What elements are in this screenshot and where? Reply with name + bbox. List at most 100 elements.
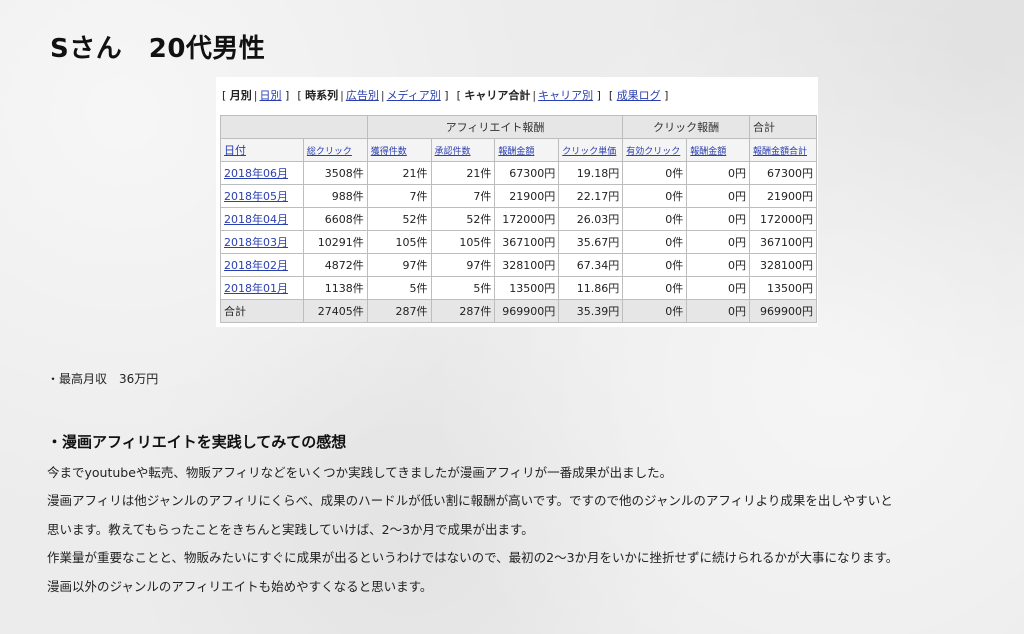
- table-cell: 0件: [622, 276, 688, 300]
- month-link[interactable]: 2018年06月: [224, 167, 288, 180]
- paragraph: 漫画アフィリは他ジャンルのアフィリにくらべ、成果のハードルが低い割に報酬が高いで…: [47, 493, 893, 509]
- table-cell: 988件: [302, 184, 368, 208]
- column-header-reward-amount[interactable]: 報酬金額: [498, 147, 534, 157]
- table-cell: 0円: [686, 253, 751, 277]
- section-title: ・漫画アフィリエイトを実践してみての感想: [47, 433, 347, 451]
- table-cell: 172000円: [749, 207, 817, 231]
- table-cell: 10291件: [302, 230, 368, 254]
- table-total-row: 合計 27405件 287件 287件 969900円 35.39円 0件 0円…: [220, 299, 817, 323]
- paragraph: 今までyoutubeや転売、物販アフィリなどをいくつか実践してきましたが漫画アフ…: [47, 465, 673, 480]
- column-header-approved[interactable]: 承認件数: [435, 147, 471, 157]
- table-row: 2018年01月 1138件 5件 5件 13500円 11.86円 0件 0円…: [220, 276, 817, 300]
- table-cell: 0件: [622, 184, 688, 208]
- table-cell: 0件: [622, 230, 688, 254]
- column-header-date[interactable]: 日付: [224, 144, 246, 157]
- nav-daily-link[interactable]: 日別: [260, 89, 282, 102]
- column-header-total-clicks[interactable]: 総クリック: [307, 147, 352, 157]
- table-cell: 0件: [622, 299, 688, 323]
- report-nav: [ 月別 | 日別 ][ 時系列 | 広告別 | メディア別 ][ キャリア合計 | キャリア別…: [222, 89, 669, 102]
- table-cell: 26.03円: [558, 207, 624, 231]
- table-cell: 21900円: [494, 184, 560, 208]
- nav-by-media-link[interactable]: メディア別: [387, 89, 441, 102]
- column-header-click-reward[interactable]: 報酬金額: [690, 147, 726, 157]
- table-row: 2018年04月 6608件 52件 52件 172000円 26.03円 0件…: [220, 207, 817, 231]
- column-header-acquired[interactable]: 獲得件数: [371, 147, 407, 157]
- month-link[interactable]: 2018年03月: [224, 236, 288, 249]
- nav-timeline: 時系列: [305, 89, 339, 102]
- nav-career-total: キャリア合計: [464, 89, 531, 102]
- group-header-total: 合計: [749, 115, 817, 139]
- table-cell: 5件: [430, 276, 496, 300]
- table-cell: 0件: [622, 161, 688, 185]
- table-cell: 105件: [430, 230, 496, 254]
- table-cell: 3508件: [302, 161, 368, 185]
- table-row: 2018年03月 10291件 105件 105件 367100円 35.67円…: [220, 230, 817, 254]
- table-cell: 27405件: [302, 299, 368, 323]
- table-cell: 67300円: [494, 161, 560, 185]
- paragraph: 思います。教えてもらったことをきちんと実践していけば、2〜3か月で成果が出ます。: [47, 521, 534, 537]
- table-cell: 0件: [622, 207, 688, 231]
- table-cell: 0円: [686, 161, 751, 185]
- table-cell: 7件: [430, 184, 496, 208]
- table-cell: 328100円: [494, 253, 560, 277]
- table-cell: 287件: [430, 299, 496, 323]
- nav-monthly: 月別: [229, 89, 252, 102]
- column-header-click-unit-price[interactable]: クリック単価: [562, 147, 616, 157]
- group-header-affiliate: アフィリエイト報酬: [366, 115, 624, 139]
- table-cell: 5件: [366, 276, 432, 300]
- nav-by-career-link[interactable]: キャリア別: [538, 89, 593, 102]
- table-cell: 97件: [430, 253, 496, 277]
- table-cell: 1138件: [302, 276, 368, 300]
- month-link[interactable]: 2018年04月: [224, 213, 288, 226]
- table-cell: 67300円: [749, 161, 817, 185]
- group-header-click: クリック報酬: [622, 115, 751, 139]
- month-link[interactable]: 2018年05月: [224, 190, 288, 203]
- table-cell: 11.86円: [558, 276, 624, 300]
- table-cell: 969900円: [749, 299, 817, 323]
- month-link[interactable]: 2018年02月: [224, 259, 288, 272]
- max-monthly-income: ・最高月収 36万円: [47, 372, 159, 386]
- table-cell: 21900円: [749, 184, 817, 208]
- total-label: 合計: [220, 299, 304, 323]
- table-header-blank: [220, 115, 368, 139]
- impressions-text: 今までyoutubeや転売、物販アフィリなどをいくつか実践してきましたが漫画アフ…: [47, 464, 987, 606]
- table-cell: 0円: [686, 299, 751, 323]
- column-header-valid-clicks[interactable]: 有効クリック: [626, 147, 680, 157]
- table-row: 2018年02月 4872件 97件 97件 328100円 67.34円 0件…: [220, 253, 817, 277]
- table-cell: 287件: [366, 299, 432, 323]
- table-cell: 0円: [686, 276, 751, 300]
- table-cell: 13500円: [749, 276, 817, 300]
- table-cell: 13500円: [494, 276, 560, 300]
- month-link[interactable]: 2018年01月: [224, 282, 288, 295]
- page-title: Sさん 20代男性: [50, 34, 266, 64]
- table-cell: 0円: [686, 184, 751, 208]
- table-cell: 19.18円: [558, 161, 624, 185]
- table-cell: 21件: [366, 161, 432, 185]
- table-cell: 35.67円: [558, 230, 624, 254]
- table-cell: 328100円: [749, 253, 817, 277]
- table-row: 2018年06月 3508件 21件 21件 67300円 19.18円 0件 …: [220, 161, 817, 185]
- paragraph: 作業量が重要なことと、物販みたいにすぐに成果が出るというわけではないので、最初の…: [47, 550, 899, 566]
- affiliate-report-panel: [ 月別 | 日別 ][ 時系列 | 広告別 | メディア別 ][ キャリア合計 | キャリア別…: [216, 77, 818, 327]
- nav-result-log-link[interactable]: 成果ログ: [617, 89, 661, 102]
- table-cell: 22.17円: [558, 184, 624, 208]
- table-cell: 35.39円: [558, 299, 624, 323]
- table-cell: 0円: [686, 230, 751, 254]
- monthly-report-table: アフィリエイト報酬 クリック報酬 合計 日付 総クリック 獲得件数 承認件数 報…: [220, 115, 817, 323]
- table-cell: 0円: [686, 207, 751, 231]
- nav-by-ad-link[interactable]: 広告別: [346, 89, 379, 102]
- table-cell: 97件: [366, 253, 432, 277]
- table-cell: 21件: [430, 161, 496, 185]
- table-cell: 105件: [366, 230, 432, 254]
- table-cell: 172000円: [494, 207, 560, 231]
- table-cell: 6608件: [302, 207, 368, 231]
- paragraph: 漫画以外のジャンルのアフィリエイトも始めやすくなると思います。: [47, 578, 433, 594]
- table-row: 2018年05月 988件 7件 7件 21900円 22.17円 0件 0円 …: [220, 184, 817, 208]
- table-cell: 367100円: [494, 230, 560, 254]
- table-cell: 52件: [430, 207, 496, 231]
- table-cell: 7件: [366, 184, 432, 208]
- table-cell: 969900円: [494, 299, 560, 323]
- table-cell: 52件: [366, 207, 432, 231]
- table-cell: 67.34円: [558, 253, 624, 277]
- column-header-reward-total[interactable]: 報酬金額合計: [753, 147, 807, 157]
